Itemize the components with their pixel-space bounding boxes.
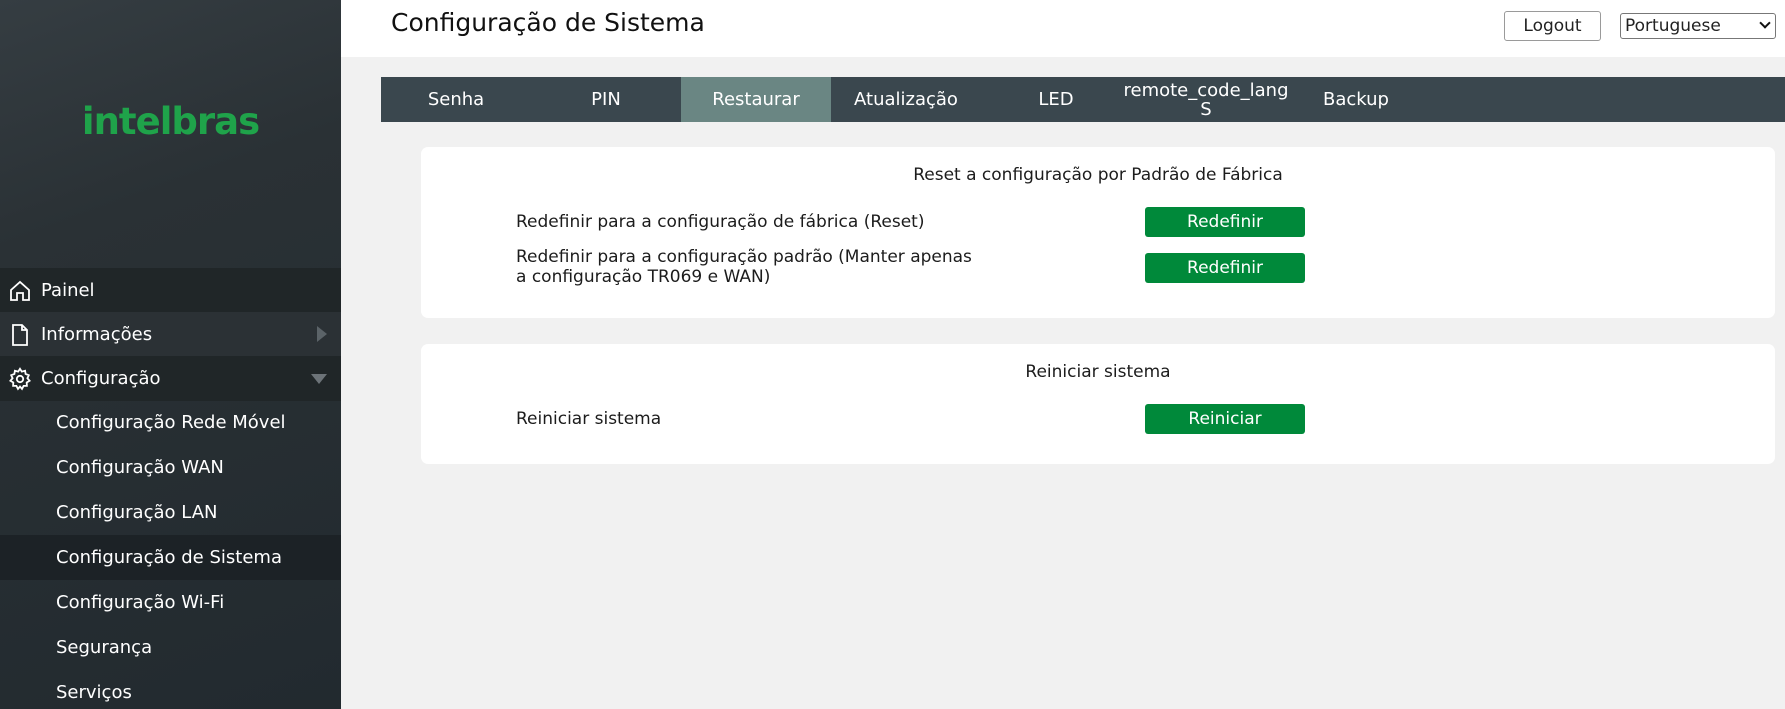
top-header: Configuração de Sistema Logout Portugues…	[341, 0, 1785, 57]
tab-pin[interactable]: PIN	[531, 77, 681, 122]
sidebar-subitem-label: Serviços	[56, 682, 132, 703]
reboot-card-title: Reiniciar sistema	[1025, 362, 1171, 382]
language-select[interactable]: Portuguese	[1620, 13, 1776, 39]
sidebar-subitem-label: Segurança	[56, 637, 153, 658]
sidebar-subitem-lan[interactable]: Configuração LAN	[0, 490, 341, 535]
language-select-value: Portuguese	[1625, 16, 1721, 36]
reset-card: Reset a configuração por Padrão de Fábri…	[421, 147, 1775, 318]
chevron-down-icon	[1759, 17, 1771, 29]
sidebar-item-informacoes[interactable]: Informações	[0, 312, 341, 357]
tab-backup[interactable]: Backup	[1281, 77, 1431, 122]
sidebar-subitem-wifi[interactable]: Configuração Wi-Fi	[0, 580, 341, 625]
sidebar-item-label: Configuração	[41, 368, 161, 389]
sidebar-subitem-seguranca[interactable]: Segurança	[0, 625, 341, 670]
reset-default-button[interactable]: Redefinir	[1145, 253, 1305, 283]
sidebar-item-label: Informações	[41, 324, 153, 345]
sidebar-subitem-label: Configuração de Sistema	[56, 547, 282, 568]
reset-card-title: Reset a configuração por Padrão de Fábri…	[913, 165, 1283, 185]
chevron-right-icon	[317, 326, 327, 342]
tab-senha[interactable]: Senha	[381, 77, 531, 122]
reset-default-label: Redefinir para a configuração padrão (Ma…	[516, 247, 972, 287]
reboot-label: Reiniciar sistema	[516, 409, 662, 429]
gear-icon	[8, 366, 32, 391]
tab-atualizacao[interactable]: Atualização	[831, 77, 981, 122]
tab-restaurar[interactable]: Restaurar	[681, 77, 831, 122]
intelbras-logo: intelbras	[81, 100, 260, 143]
sidebar-subitem-rede-movel[interactable]: Configuração Rede Móvel	[0, 400, 341, 445]
reset-factory-button[interactable]: Redefinir	[1145, 207, 1305, 237]
sidebar-subitem-label: Configuração Wi-Fi	[56, 592, 225, 613]
tab-remote-code[interactable]: remote_code_lang S	[1123, 77, 1288, 122]
tab-led[interactable]: LED	[981, 77, 1131, 122]
sidebar-subitem-label: Configuração Rede Móvel	[56, 412, 286, 433]
sidebar-subitem-wan[interactable]: Configuração WAN	[0, 445, 341, 490]
reboot-card: Reiniciar sistema Reiniciar sistema Rein…	[421, 344, 1775, 464]
sidebar-subitem-label: Configuração LAN	[56, 502, 218, 523]
sidebar-item-configuracao[interactable]: Configuração	[0, 356, 341, 401]
logout-button[interactable]: Logout	[1504, 11, 1601, 41]
sidebar-subitem-servicos[interactable]: Serviços	[0, 670, 341, 709]
document-icon	[8, 323, 32, 347]
sidebar-item-label: Painel	[41, 280, 95, 301]
sidebar: intelbras Painel Informações Configuraçã…	[0, 0, 341, 709]
reset-factory-label: Redefinir para a configuração de fábrica…	[516, 212, 925, 232]
chevron-down-icon	[311, 374, 327, 384]
tab-bar: Senha PIN Restaurar Atualização LED remo…	[381, 77, 1785, 122]
home-icon	[8, 279, 32, 303]
page-title: Configuração de Sistema	[391, 8, 705, 37]
sidebar-subitem-sistema[interactable]: Configuração de Sistema	[0, 535, 341, 580]
sidebar-subitem-label: Configuração WAN	[56, 457, 224, 478]
reboot-button[interactable]: Reiniciar	[1145, 404, 1305, 434]
sidebar-item-painel[interactable]: Painel	[0, 268, 341, 313]
